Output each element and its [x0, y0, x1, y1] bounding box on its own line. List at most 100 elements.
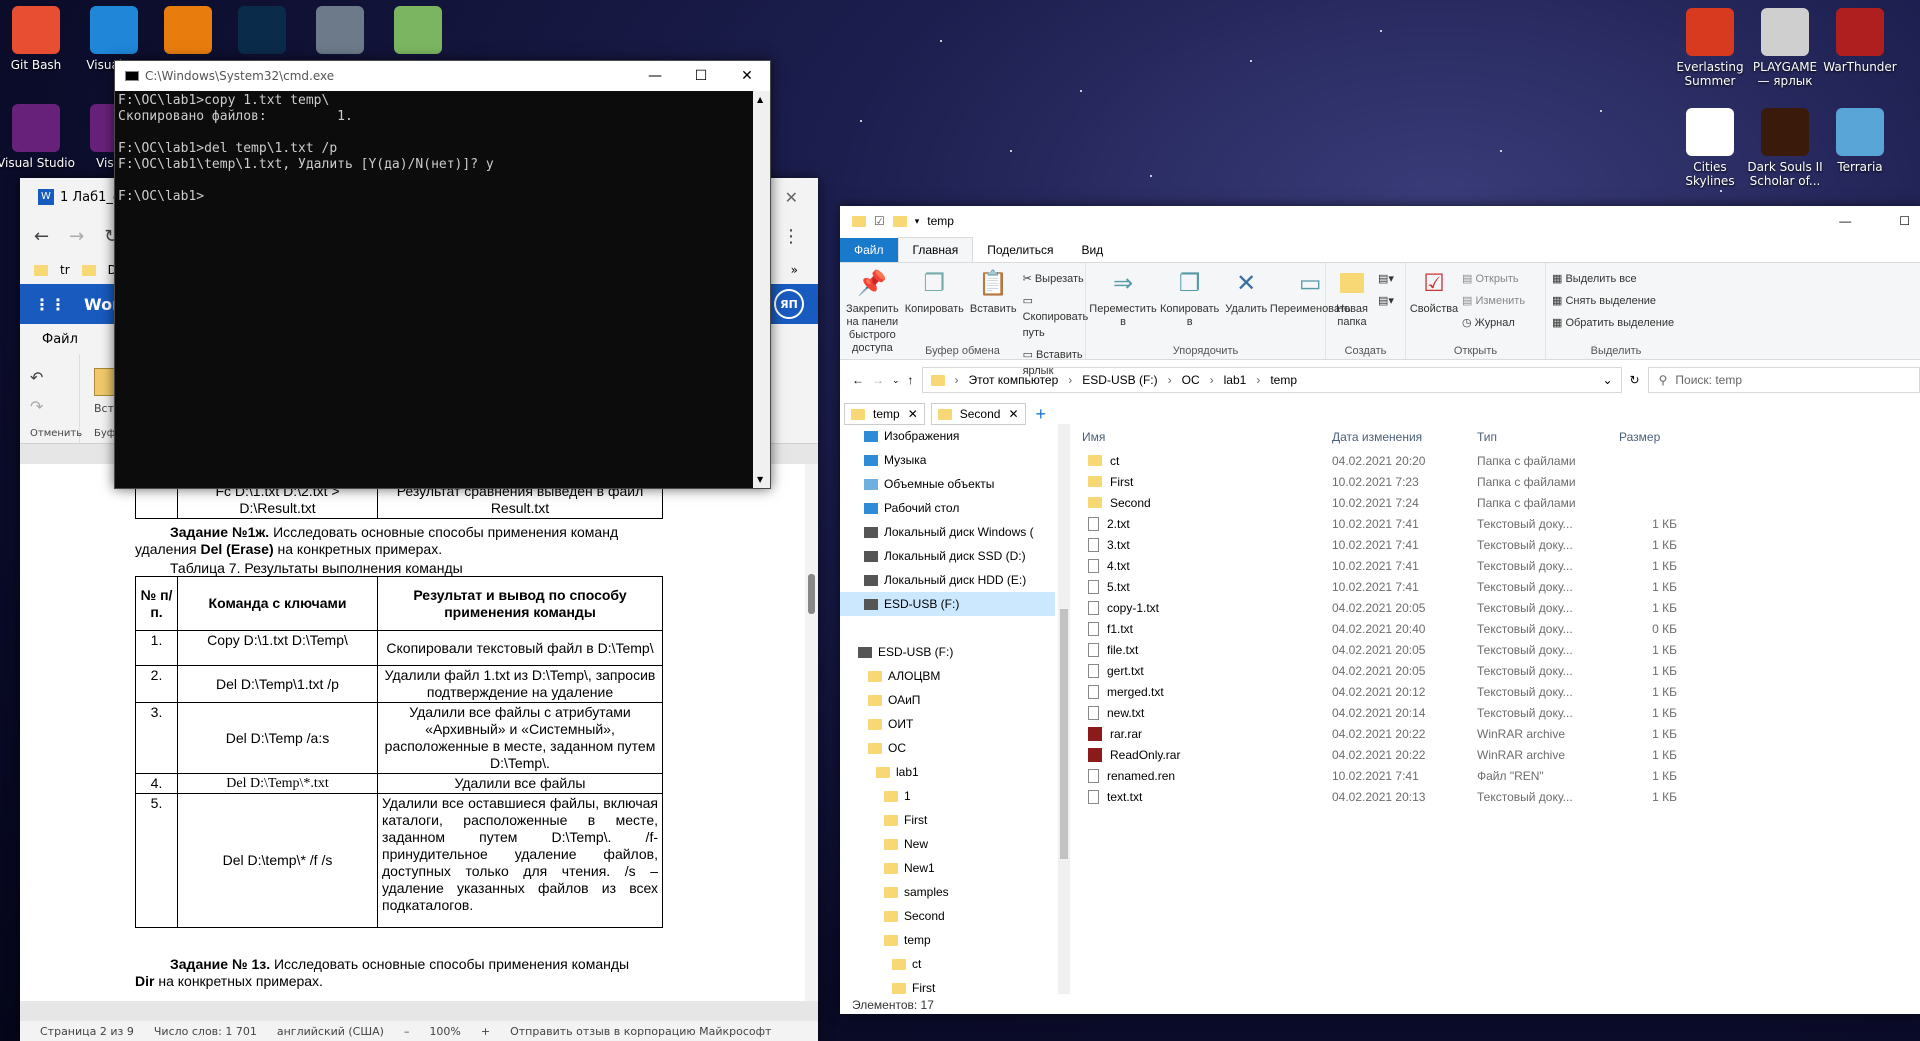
invert-selection-button[interactable]: ▦ Обратить выделение: [1552, 315, 1674, 331]
nav-item[interactable]: ESD-USB (F:): [840, 640, 1055, 664]
chevron-right-icon[interactable]: ›: [1256, 373, 1260, 387]
close-icon[interactable]: ✕: [785, 188, 798, 207]
easy-access-icon[interactable]: ▤▾: [1378, 293, 1394, 309]
nav-item[interactable]: Локальный диск SSD (D:): [840, 544, 1055, 568]
tab-view[interactable]: Вид: [1067, 238, 1117, 262]
file-row[interactable]: copy-1.txt 04.02.2021 20:05 Текстовый доку…: [1072, 597, 1920, 618]
more-menu-icon[interactable]: ⋮: [782, 226, 800, 247]
file-row[interactable]: gert.txt 04.02.2021 20:05 Текстовый доку..…: [1072, 660, 1920, 681]
console-output[interactable]: F:\OC\lab1>copy 1.txt temp\ Скопировано …: [115, 91, 770, 488]
breadcrumb-item[interactable]: OC: [1182, 373, 1200, 387]
select-none-button[interactable]: ▦ Снять выделение: [1552, 293, 1674, 309]
tab-share[interactable]: Поделиться: [973, 238, 1067, 262]
refresh-icon[interactable]: ↻: [1630, 373, 1640, 387]
forward-arrow-icon[interactable]: →: [872, 373, 884, 387]
nav-item[interactable]: АЛОЦВМ: [840, 664, 1055, 688]
page-counter[interactable]: Страница 2 из 9: [40, 1025, 134, 1038]
file-row[interactable]: First 10.02.2021 7:23 Папка с файлами: [1072, 471, 1920, 492]
select-all-button[interactable]: ▦ Выделить все: [1552, 271, 1674, 287]
nav-item[interactable]: First: [840, 808, 1055, 832]
close-icon[interactable]: ✕: [724, 68, 770, 84]
file-row[interactable]: merged.txt 04.02.2021 20:12 Текстовый доку…: [1072, 681, 1920, 702]
nav-item[interactable]: ct: [840, 952, 1055, 976]
tab-file[interactable]: Файл: [840, 238, 898, 262]
new-folder-quick-icon[interactable]: [892, 215, 907, 227]
nav-scrollbar[interactable]: [1058, 424, 1070, 994]
app-launcher-icon[interactable]: ⋮⋮: [34, 295, 66, 314]
undo-icon[interactable]: ↶: [30, 368, 79, 387]
nav-item[interactable]: Second: [840, 904, 1055, 928]
nav-item[interactable]: ОАиП: [840, 688, 1055, 712]
minimize-icon[interactable]: —: [1839, 214, 1851, 228]
chevron-right-icon[interactable]: ›: [955, 373, 959, 387]
nav-item[interactable]: 1: [840, 784, 1055, 808]
redo-icon[interactable]: ↷: [30, 397, 79, 416]
desktop-shortcut[interactable]: WarThunder: [1820, 8, 1900, 74]
nav-item[interactable]: New1: [840, 856, 1055, 880]
nav-item[interactable]: ESD-USB (F:): [840, 592, 1055, 616]
nav-item[interactable]: First: [840, 976, 1055, 994]
nav-item[interactable]: New: [840, 832, 1055, 856]
desktop-shortcut[interactable]: [222, 6, 302, 58]
breadcrumb-item[interactable]: temp: [1270, 373, 1297, 387]
cut-button[interactable]: ✂ Вырезать: [1023, 271, 1089, 287]
chevron-right-icon[interactable]: »: [791, 263, 798, 277]
language[interactable]: английский (США): [277, 1025, 384, 1038]
nav-item[interactable]: Музыка: [840, 448, 1055, 472]
history-button[interactable]: ◷ Журнал: [1462, 315, 1525, 331]
column-header-size[interactable]: Размер: [1607, 430, 1677, 444]
nav-item[interactable]: Изображения: [840, 424, 1055, 448]
avatar[interactable]: ЯП: [774, 289, 804, 319]
maximize-icon[interactable]: ☐: [1899, 214, 1910, 228]
zoom-in-icon[interactable]: +: [481, 1025, 490, 1038]
file-row[interactable]: 3.txt 10.02.2021 7:41 Текстовый доку... 1 К…: [1072, 534, 1920, 555]
nav-item[interactable]: OC: [840, 736, 1055, 760]
desktop-shortcut[interactable]: Dark Souls II Scholar of...: [1745, 108, 1825, 188]
desktop-shortcut[interactable]: Cities Skylines: [1670, 108, 1750, 188]
file-row[interactable]: file.txt 04.02.2021 20:05 Текстовый доку..…: [1072, 639, 1920, 660]
tab-file[interactable]: Файл: [42, 332, 78, 347]
file-row[interactable]: new.txt 04.02.2021 20:14 Текстовый доку...…: [1072, 702, 1920, 723]
breadcrumb-item[interactable]: lab1: [1224, 373, 1247, 387]
vertical-scrollbar[interactable]: [805, 464, 818, 1001]
add-tab-icon[interactable]: +: [1036, 404, 1047, 425]
column-header-name[interactable]: Имя: [1072, 430, 1332, 444]
zoom-level[interactable]: 100%: [429, 1025, 460, 1038]
file-row[interactable]: ReadOnly.rar 04.02.2021 20:22 WinRAR archi…: [1072, 744, 1920, 765]
cmd-scrollbar[interactable]: ▲ ▼: [753, 91, 770, 488]
close-icon[interactable]: ✕: [908, 407, 918, 421]
file-row[interactable]: renamed.ren 10.02.2021 7:41 Файл "REN" 1 КБ: [1072, 765, 1920, 786]
nav-item[interactable]: Объемные объекты: [840, 472, 1055, 496]
desktop-shortcut[interactable]: Visual Studio: [0, 104, 76, 170]
edit-button[interactable]: ▤ Изменить: [1462, 293, 1525, 309]
file-row[interactable]: 4.txt 10.02.2021 7:41 Текстовый доку... 1 К…: [1072, 555, 1920, 576]
nav-item[interactable]: Локальный диск Windows (: [840, 520, 1055, 544]
back-arrow-icon[interactable]: ←: [852, 373, 864, 387]
document-page[interactable]: Fc D:\1.txt D:\2.txt > D:\Result.txt Сра…: [20, 464, 805, 1001]
file-row[interactable]: text.txt 04.02.2021 20:13 Текстовый доку..…: [1072, 786, 1920, 807]
desktop-shortcut[interactable]: PLAYGAME — ярлык: [1745, 8, 1825, 88]
chevron-right-icon[interactable]: ›: [1168, 373, 1172, 387]
zoom-out-icon[interactable]: –: [404, 1025, 410, 1038]
back-arrow-icon[interactable]: ←: [34, 226, 49, 247]
feedback-link[interactable]: Отправить отзыв в корпорацию Майкрософт: [510, 1025, 771, 1038]
column-header-date[interactable]: Дата изменения: [1332, 430, 1477, 444]
desktop-shortcut[interactable]: [378, 6, 458, 58]
nav-item[interactable]: Локальный диск HDD (E:): [840, 568, 1055, 592]
copy-path-button[interactable]: ▭ Скопировать путь: [1023, 293, 1089, 341]
file-row[interactable]: 2.txt 10.02.2021 7:41 Текстовый доку... 1 К…: [1072, 513, 1920, 534]
file-row[interactable]: 5.txt 10.02.2021 7:41 Текстовый доку... 1 К…: [1072, 576, 1920, 597]
chevron-down-icon[interactable]: ⌄: [1602, 373, 1612, 387]
maximize-icon[interactable]: ☐: [678, 68, 724, 84]
desktop-shortcut[interactable]: Git Bash: [0, 6, 76, 72]
desktop-shortcut[interactable]: Everlasting Summer: [1670, 8, 1750, 88]
open-button[interactable]: ▤ Открыть: [1462, 271, 1525, 287]
breadcrumb-item[interactable]: ESD-USB (F:): [1082, 373, 1157, 387]
column-header-type[interactable]: Тип: [1477, 430, 1607, 444]
up-arrow-icon[interactable]: ↑: [908, 373, 914, 387]
chevron-right-icon[interactable]: ›: [1210, 373, 1214, 387]
search-input[interactable]: ⚲ Поиск: temp: [1647, 367, 1920, 393]
file-row[interactable]: rar.rar 04.02.2021 20:22 WinRAR archive 1 К…: [1072, 723, 1920, 744]
chevron-down-icon[interactable]: ▾: [915, 216, 920, 227]
word-count[interactable]: Число слов: 1 701: [154, 1025, 257, 1038]
